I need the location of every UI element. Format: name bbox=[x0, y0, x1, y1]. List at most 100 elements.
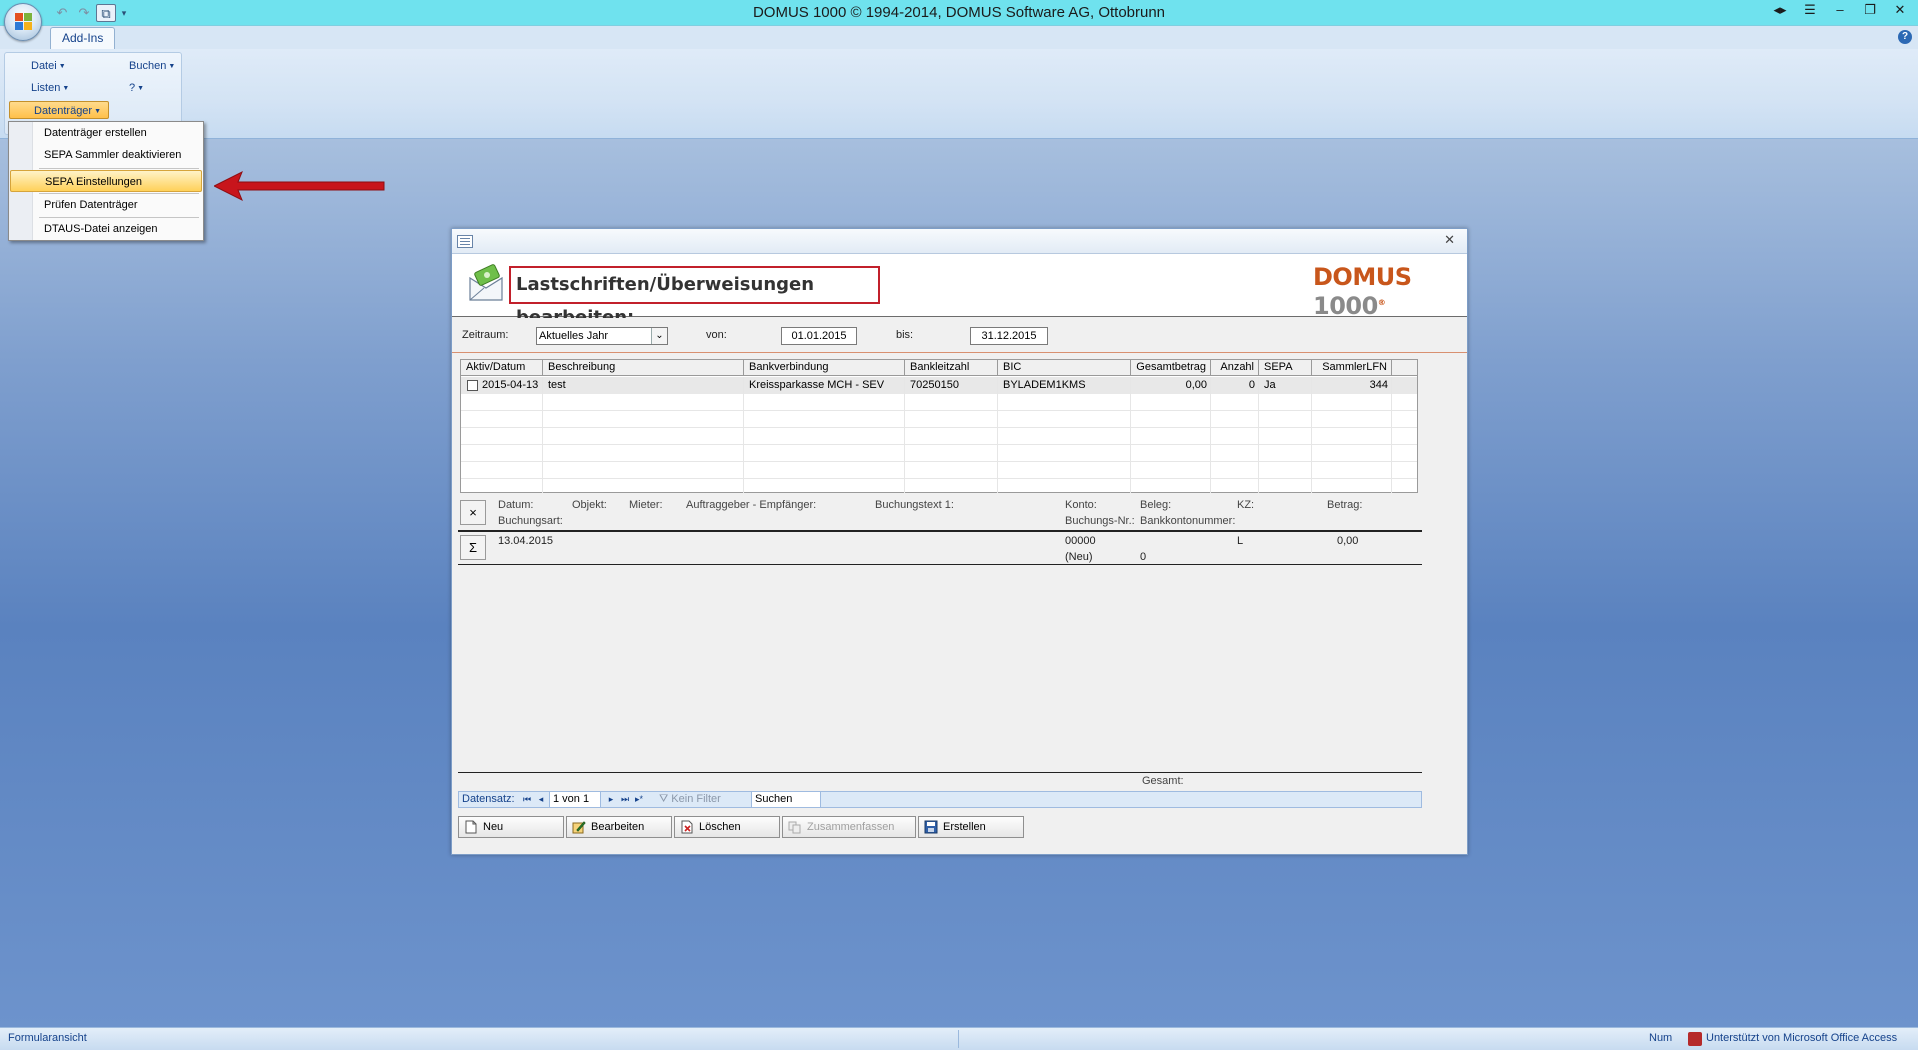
loeschen-button[interactable]: Löschen bbox=[674, 816, 780, 838]
von-label: von: bbox=[706, 329, 727, 341]
detail-value-konto[interactable]: 00000 bbox=[1065, 535, 1096, 547]
new-record-icon[interactable]: ▸* bbox=[633, 792, 645, 807]
datensatz-label: Datensatz: bbox=[462, 793, 515, 805]
erstellen-button[interactable]: Erstellen bbox=[918, 816, 1024, 838]
ribbon: Datei ▼ Buchen ▼ Listen ▼ ? ▼ Datenträger ▼ bbox=[0, 49, 1918, 139]
help-label: ? bbox=[129, 82, 136, 94]
chevron-down-icon: ▼ bbox=[168, 63, 176, 70]
qat-dropdown-icon[interactable]: ▾ bbox=[118, 8, 130, 19]
detail-label-konto: Konto: bbox=[1065, 499, 1097, 511]
office-button[interactable] bbox=[4, 3, 42, 41]
column-header-anzahl[interactable]: Anzahl bbox=[1211, 360, 1259, 376]
redo-icon[interactable]: ↷ bbox=[74, 4, 94, 22]
column-header-bankverbindung[interactable]: Bankverbindung bbox=[744, 360, 905, 376]
office-logo-icon bbox=[15, 13, 32, 30]
detail-value-kz[interactable]: L bbox=[1237, 535, 1243, 547]
next-record-icon[interactable]: ▸ bbox=[605, 792, 617, 807]
edit-icon bbox=[572, 821, 586, 834]
grid-line bbox=[743, 377, 744, 493]
grid-line bbox=[461, 427, 1417, 428]
filter-label: Kein Filter bbox=[671, 793, 721, 805]
first-record-icon[interactable]: ⏮ bbox=[521, 792, 533, 807]
sum-button[interactable]: Σ bbox=[460, 535, 486, 560]
buchen-menu-button[interactable]: Buchen ▼ bbox=[123, 57, 181, 75]
detail-value-neu: (Neu) bbox=[1065, 551, 1093, 563]
zusammenfassen-button[interactable]: Zusammenfassen bbox=[782, 816, 916, 838]
tab-add-ins[interactable]: Add-Ins bbox=[50, 27, 116, 49]
chevron-down-icon: ▼ bbox=[62, 85, 70, 92]
menu-item-sepa-einstellungen[interactable]: SEPA Einstellungen bbox=[10, 170, 202, 192]
column-header-sammlerlfn[interactable]: SammlerLFN bbox=[1312, 360, 1392, 376]
grid-line bbox=[542, 377, 543, 493]
window-switch-icon[interactable]: ⧉ bbox=[96, 4, 116, 22]
cell-datum[interactable]: 2015-04-13 bbox=[477, 377, 543, 394]
cell-anzahl[interactable]: 0 bbox=[1211, 377, 1259, 394]
detail-label-bankkonto: Bankkontonummer: bbox=[1140, 515, 1236, 527]
save-icon bbox=[924, 820, 938, 834]
neu-button[interactable]: Neu bbox=[458, 816, 564, 838]
datentraeger-menu-button[interactable]: Datenträger ▼ bbox=[9, 101, 109, 119]
bis-date-field[interactable]: 31.12.2015 bbox=[970, 327, 1048, 345]
datentraeger-label: Datenträger bbox=[34, 105, 93, 117]
zeitraum-select[interactable]: Aktuelles Jahr ⌄ bbox=[536, 327, 668, 345]
menu-item-dtaus-datei-anzeigen[interactable]: DTAUS-Datei anzeigen bbox=[10, 218, 202, 240]
erstellen-label: Erstellen bbox=[943, 821, 986, 833]
resize-icon[interactable]: ◂▸ bbox=[1772, 2, 1788, 18]
detail-value-betrag[interactable]: 0,00 bbox=[1337, 535, 1358, 547]
table-header: Aktiv/Datum Beschreibung Bankverbindung … bbox=[461, 360, 1417, 376]
loeschen-label: Löschen bbox=[699, 821, 741, 833]
listen-menu-button[interactable]: Listen ▼ bbox=[25, 79, 75, 97]
search-input[interactable]: Suchen bbox=[751, 792, 821, 807]
cell-beschreibung[interactable]: test bbox=[543, 377, 744, 394]
column-header-sepa[interactable]: SEPA bbox=[1259, 360, 1312, 376]
cell-sepa[interactable]: Ja bbox=[1259, 377, 1312, 394]
cell-sammlerlfn[interactable]: 344 bbox=[1312, 377, 1392, 394]
cell-gesamtbetrag[interactable]: 0,00 bbox=[1131, 377, 1211, 394]
von-date-field[interactable]: 01.01.2015 bbox=[781, 327, 857, 345]
detail-label-betrag: Betrag: bbox=[1327, 499, 1363, 511]
prev-record-icon[interactable]: ◂ bbox=[535, 792, 547, 807]
bearbeiten-button[interactable]: Bearbeiten bbox=[566, 816, 672, 838]
help-icon[interactable]: ? bbox=[1898, 30, 1912, 44]
cell-bic[interactable]: BYLADEM1KMS bbox=[998, 377, 1131, 394]
column-header-aktiv-datum[interactable]: Aktiv/Datum bbox=[461, 360, 543, 376]
datei-menu-button[interactable]: Datei ▼ bbox=[25, 57, 72, 75]
record-navigator: Datensatz: ⏮ ◂ 1 von 1 ▸ ⏭ ▸* ⛛ Kein Fil… bbox=[458, 791, 1422, 808]
cell-bankverbindung[interactable]: Kreissparkasse MCH - SEV bbox=[744, 377, 905, 394]
filter-icon: ⛛ bbox=[659, 793, 672, 805]
detail-value-datum[interactable]: 13.04.2015 bbox=[498, 535, 553, 547]
filter-status[interactable]: ⛛ Kein Filter bbox=[659, 793, 721, 806]
detail-value-bankkonto[interactable]: 0 bbox=[1140, 551, 1146, 563]
menu-item-pruefen-datentraeger[interactable]: Prüfen Datenträger bbox=[10, 194, 202, 216]
grid-line bbox=[1391, 377, 1392, 493]
buchen-label: Buchen bbox=[129, 60, 167, 72]
cell-bankleitzahl[interactable]: 70250150 bbox=[905, 377, 998, 394]
close-detail-button[interactable]: × bbox=[460, 500, 486, 525]
column-header-bic[interactable]: BIC bbox=[998, 360, 1131, 376]
close-button[interactable]: ✕ bbox=[1892, 2, 1908, 18]
column-header-gesamtbetrag[interactable]: Gesamtbetrag bbox=[1131, 360, 1211, 376]
filter-bar: Zeitraum: Aktuelles Jahr ⌄ von: 01.01.20… bbox=[452, 318, 1467, 353]
zeitraum-label: Zeitraum: bbox=[462, 329, 509, 341]
delete-icon bbox=[681, 820, 693, 834]
undo-icon[interactable]: ↶ bbox=[52, 4, 72, 22]
last-record-icon[interactable]: ⏭ bbox=[619, 792, 631, 807]
minimize-button[interactable]: – bbox=[1832, 2, 1848, 18]
record-position-field[interactable]: 1 von 1 bbox=[549, 792, 601, 807]
detail-label-beleg: Beleg: bbox=[1140, 499, 1172, 511]
column-header-bankleitzahl[interactable]: Bankleitzahl bbox=[905, 360, 998, 376]
menu-icon[interactable]: ☰ bbox=[1802, 2, 1818, 18]
chevron-down-icon[interactable]: ⌄ bbox=[651, 328, 667, 344]
restore-button[interactable]: ❐ bbox=[1862, 2, 1878, 18]
form-close-icon[interactable]: ✕ bbox=[1444, 232, 1455, 248]
status-powered-by: Unterstützt von Microsoft Office Access bbox=[1706, 1032, 1898, 1044]
column-header-beschreibung[interactable]: Beschreibung bbox=[543, 360, 744, 376]
help-menu-button[interactable]: ? ▼ bbox=[123, 79, 150, 97]
chevron-down-icon: ▼ bbox=[58, 63, 66, 70]
grid-line bbox=[1311, 377, 1312, 493]
menu-item-datentraeger-erstellen[interactable]: Datenträger erstellen bbox=[10, 122, 202, 144]
grid-line bbox=[997, 377, 998, 493]
grid-line bbox=[1210, 377, 1211, 493]
menu-item-sepa-sammler-deaktivieren[interactable]: SEPA Sammler deaktivieren bbox=[10, 144, 202, 166]
menu-separator bbox=[39, 168, 199, 169]
